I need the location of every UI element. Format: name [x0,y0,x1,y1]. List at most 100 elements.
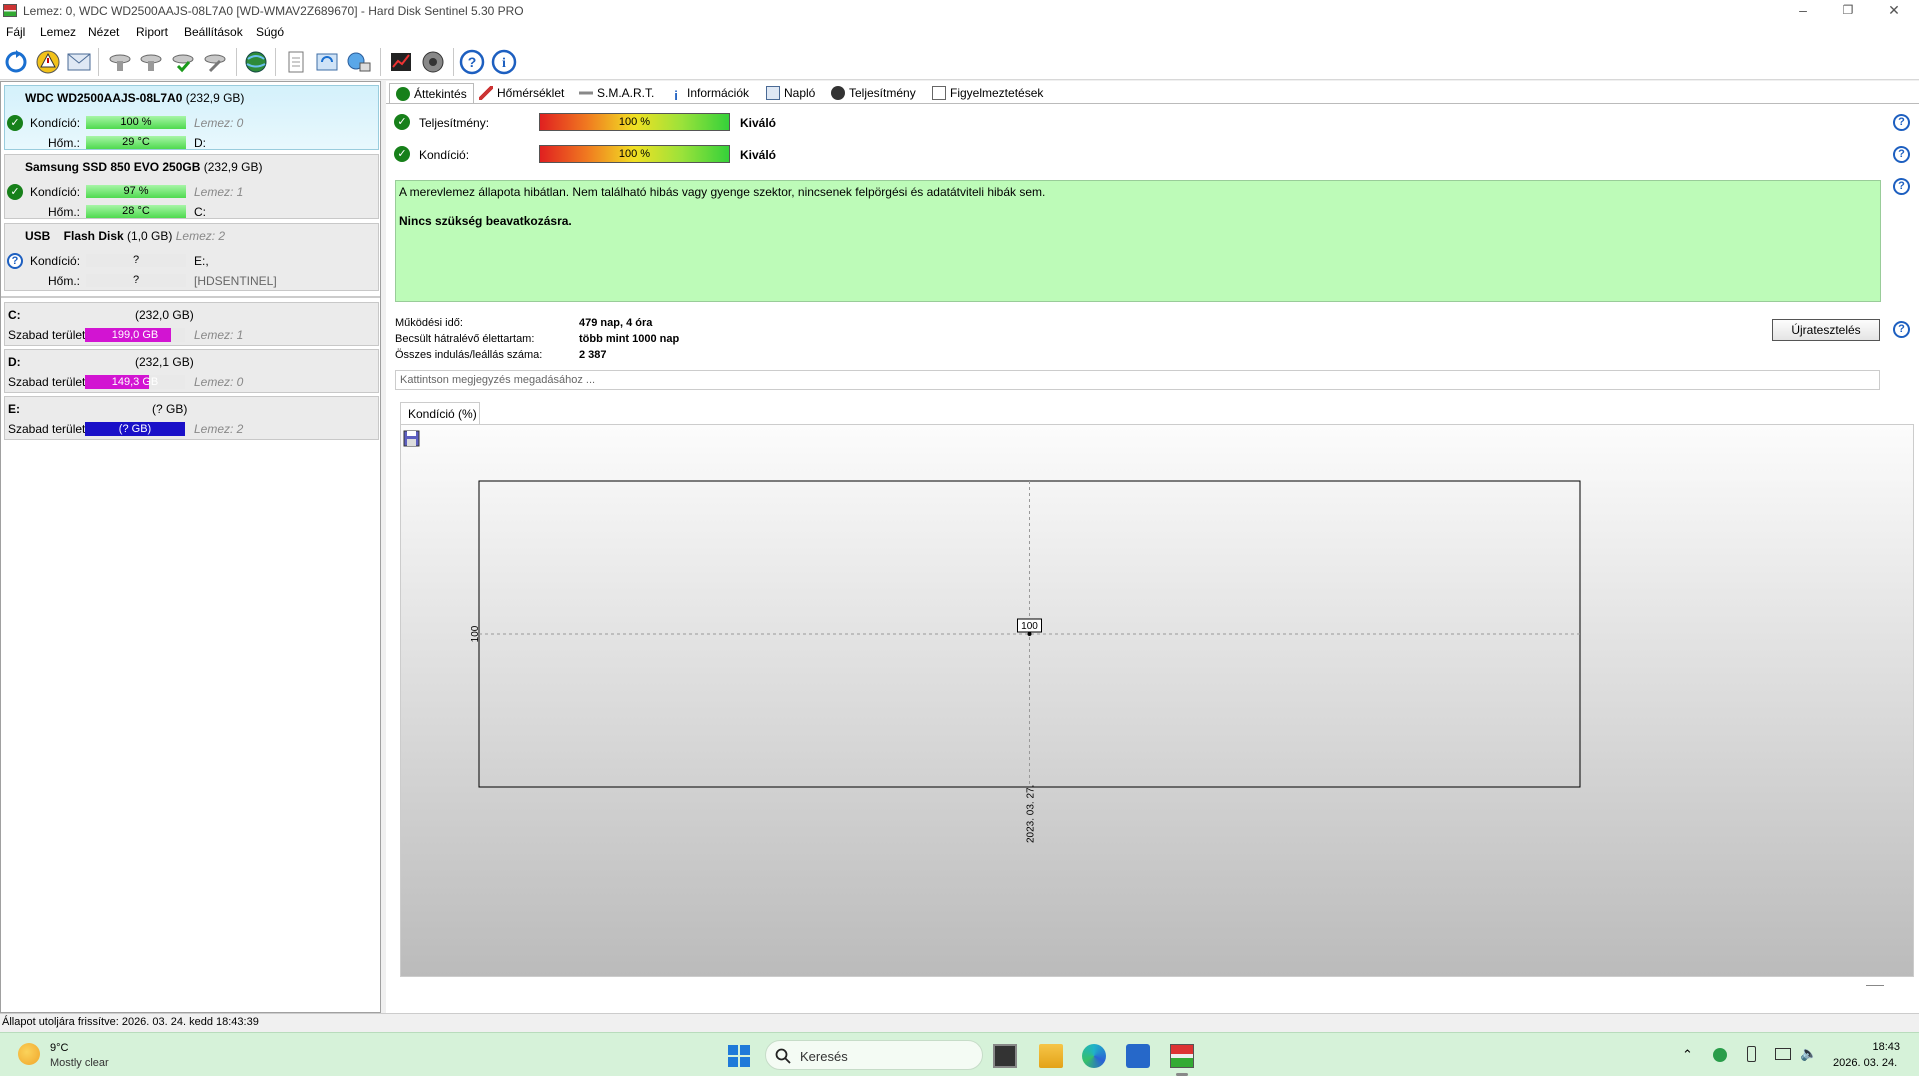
disk-ref: Lemez: 1 [194,185,244,199]
search-placeholder: Keresés [800,1049,848,1064]
free-space-bar: 149,3 GB [85,375,185,389]
tab-information[interactable]: i Információk [669,83,749,103]
ok-checkmark-icon: ✓ [394,114,410,130]
start-icon[interactable] [727,1044,751,1068]
title-bar: Lemez: 0, WDC WD2500AAJS-08L7A0 [WD-WMAV… [0,0,1919,22]
hd-sentinel-taskbar-icon[interactable] [1170,1044,1194,1068]
free-space-label: Szabad terület [8,375,86,389]
disk-ref: Lemez: 1 [194,328,244,342]
search-icon [775,1048,791,1064]
tab-performance[interactable]: Teljesítmény [831,83,916,103]
volume-label: [HDSENTINEL] [194,274,277,288]
condition-bar: 97 % [86,185,186,198]
alert-icon[interactable] [35,49,61,75]
help-icon[interactable]: ? [1893,146,1910,163]
data-label: 100 [1021,621,1038,632]
maximize-button[interactable]: ❐ [1825,0,1871,22]
volume-entry-c[interactable]: C: (232,0 GB) Szabad terület 199,0 GB Le… [4,302,379,346]
menu-help[interactable]: Súgó [256,25,284,39]
disk-name: USB Flash Disk (1,0 GB) Lemez: 2 [25,229,226,243]
minimize-button[interactable]: – [1780,0,1826,22]
tab-overview[interactable]: Áttekintés [389,83,474,103]
temp-bar: ? [86,274,186,287]
performance-chart-icon[interactable] [388,49,414,75]
menu-view[interactable]: Nézet [88,25,119,39]
close-button[interactable]: ✕ [1871,0,1917,22]
condition-label: Kondíció: [30,254,81,268]
chart-tab-condition[interactable]: Kondíció (%) [400,402,480,424]
tab-alerts[interactable]: Figyelmeztetések [932,83,1043,103]
task-view-icon[interactable] [993,1044,1017,1068]
taskbar-search[interactable]: Keresés [765,1040,983,1070]
tab-temperature[interactable]: Hőmérséklet [479,83,564,103]
volume-letter: C: [8,308,21,322]
help-icon[interactable]: ? [1893,321,1910,338]
y-tick-label: 100 [470,625,481,642]
network-icon[interactable] [346,49,372,75]
help-icon[interactable]: ? [459,49,485,75]
disk-name: WDC WD2500AAJS-08L7A0 (232,9 GB) [25,91,245,105]
disk-ref: Lemez: 2 [194,422,244,436]
store-icon[interactable] [1126,1044,1150,1068]
condition-bar: 100 % [539,145,730,163]
usb-icon[interactable] [1747,1046,1756,1062]
performance-tab-icon [831,86,845,100]
volume-entry-e[interactable]: E: (? GB) Szabad terület (? GB) Lemez: 2 [4,396,379,440]
network-tray-icon[interactable] [1775,1048,1791,1060]
weather-temp[interactable]: 9°C [50,1042,68,1054]
app-icon [3,4,17,17]
volume-icon[interactable]: 🔈 [1800,1045,1817,1062]
help-icon[interactable]: ? [1893,178,1910,195]
volume-size: (? GB) [152,402,188,416]
tray-chevron-icon[interactable]: ⌃ [1682,1047,1693,1063]
help-icon[interactable]: ? [1893,114,1910,131]
disk-ref: Lemez: 0 [194,375,244,389]
disk-entry-usb[interactable]: USB Flash Disk (1,0 GB) Lemez: 2 ? Kondí… [4,223,379,291]
volume-letter: E: [8,402,20,416]
disk-entry-wdc[interactable]: WDC WD2500AAJS-08L7A0 (232,9 GB) ✓ Kondí… [4,85,379,150]
performance-label: Teljesítmény: [419,116,490,130]
disk-tool-4-icon[interactable] [202,49,228,75]
edge-icon[interactable] [1082,1044,1106,1068]
document-icon[interactable] [283,49,309,75]
volume-entry-d[interactable]: D: (232,1 GB) Szabad terület 149,3 GB Le… [4,349,379,393]
starts-label: Összes indulás/leállás száma: [395,349,543,361]
disk-list-panel: WDC WD2500AAJS-08L7A0 (232,9 GB) ✓ Kondí… [0,81,381,1013]
disk-tool-1-icon[interactable] [107,49,133,75]
menu-disk[interactable]: Lemez [40,25,76,39]
info-tab-icon: i [674,88,678,103]
globe-icon[interactable] [243,49,269,75]
main-content: Áttekintés Hőmérséklet S.M.A.R.T. i Infor… [386,81,1919,1013]
email-report-icon[interactable] [66,49,92,75]
refresh-icon[interactable] [3,49,29,75]
condition-chart: 100 2023. 03. 27. 100 [400,424,1914,977]
menu-file[interactable]: Fájl [6,25,25,39]
retest-button[interactable]: Újratesztelés [1772,319,1880,341]
audio-icon[interactable] [420,49,446,75]
x-tick-label: 2023. 03. 27. [1026,785,1037,843]
info-icon[interactable]: i [491,49,517,75]
tab-smart[interactable]: S.M.A.R.T. [579,83,654,103]
disk-name: Samsung SSD 850 EVO 250GB (232,9 GB) [25,160,263,174]
sync-icon[interactable] [314,49,340,75]
note-field[interactable]: Kattintson megjegyzés megadásához ... [395,370,1880,390]
clock-time[interactable]: 18:43 [1850,1041,1900,1053]
disk-test-icon[interactable] [170,49,196,75]
status-bar: Állapot utoljára frissítve: 2026. 03. 24… [0,1013,1919,1031]
thermometer-icon [479,86,493,100]
volume-size: (232,0 GB) [135,308,194,322]
clock-date[interactable]: 2026. 03. 24. [1833,1057,1897,1069]
menu-report[interactable]: Riport [136,25,168,39]
status-bar-text: Állapot utoljára frissítve: 2026. 03. 24… [2,1016,259,1028]
menu-settings[interactable]: Beállítások [184,25,243,39]
disk-tool-2-icon[interactable] [138,49,164,75]
weather-desc[interactable]: Mostly clear [50,1057,109,1069]
temp-label: Hőm.: [48,274,81,288]
status-action: Nincs szükség beavatkozásra. [399,214,572,228]
security-icon[interactable] [1713,1048,1727,1062]
weather-icon[interactable] [18,1043,40,1065]
tab-log[interactable]: Napló [766,83,815,103]
file-explorer-icon[interactable] [1039,1044,1063,1068]
disk-entry-samsung[interactable]: Samsung SSD 850 EVO 250GB (232,9 GB) ✓ K… [4,154,379,219]
toolbar: ? i [0,42,1919,80]
